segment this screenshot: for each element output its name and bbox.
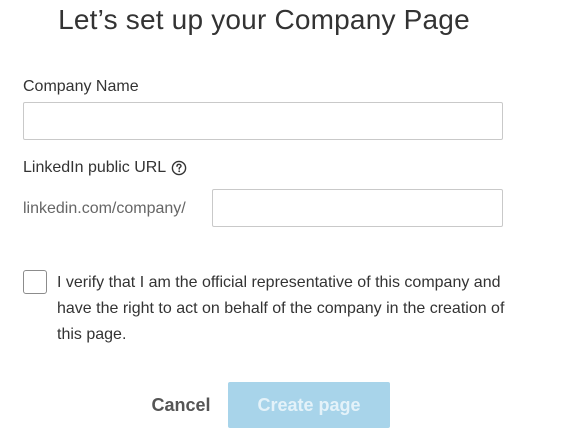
linkedin-url-label: LinkedIn public URL xyxy=(23,159,167,176)
cancel-button[interactable]: Cancel xyxy=(140,382,222,428)
question-circle-icon[interactable] xyxy=(171,160,187,176)
verify-statement: I verify that I am the official represen… xyxy=(57,274,505,343)
company-name-input[interactable] xyxy=(23,102,503,140)
page-title: Let’s set up your Company Page xyxy=(58,4,470,35)
company-url-input[interactable] xyxy=(212,189,503,227)
linkedin-url-label-row: LinkedIn public URL xyxy=(23,159,187,177)
verify-checkbox[interactable] xyxy=(23,270,47,294)
url-prefix-text: linkedin.com/company/ xyxy=(23,200,186,217)
company-name-label: Company Name xyxy=(23,78,139,95)
create-page-button[interactable]: Create page xyxy=(228,382,390,428)
